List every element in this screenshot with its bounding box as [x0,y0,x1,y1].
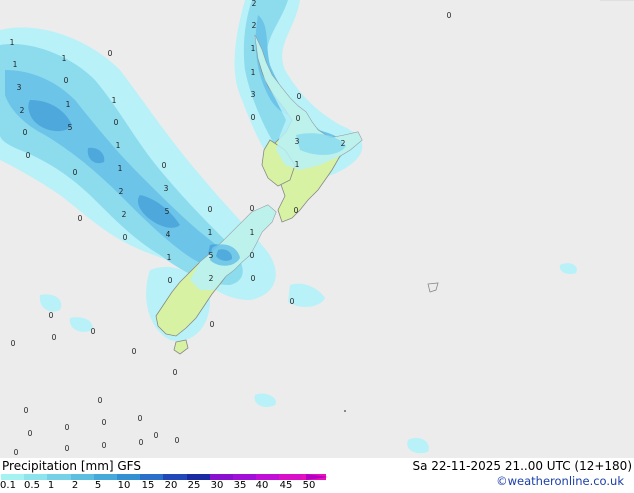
precip-value: 0 [102,441,107,450]
precip-value: 0 [175,436,180,445]
precip-value: 0 [65,423,70,432]
precip-value: 0 [208,205,213,214]
precip-value: 0 [251,274,256,283]
precip-value: 0 [24,406,29,415]
forecast-run-label: Sa 22-11-2025 21..00 UTC (12+180) [412,459,632,473]
precip-value: 0 [78,214,83,223]
precip-value: 2 [252,0,257,8]
precip-value: 5 [165,207,170,216]
precip-value: 2 [119,187,124,196]
precip-value: 0 [123,233,128,242]
precip-value: 0 [173,368,178,377]
precip-value: 0 [49,311,54,320]
precip-value: 1 [251,68,256,77]
precip-value: 1 [13,60,18,69]
precip-value: 0 [108,49,113,58]
precip-value: 0 [28,429,33,438]
legend-title: Precipitation [mm] GFS [2,459,141,473]
precip-value: 1 [118,164,123,173]
precip-value: 0 [11,339,16,348]
precip-value: 1 [62,54,67,63]
precip-value: 0 [132,347,137,356]
precip-value: 3 [251,90,256,99]
precip-value: 0 [139,438,144,447]
precip-value: 3 [295,137,300,146]
precip-value: 0 [154,431,159,440]
precip-value: 2 [122,210,127,219]
precip-value: 0 [250,251,255,260]
precip-value: 0 [14,448,19,457]
precip-value: 1 [10,38,15,47]
precip-value: 2 [341,139,346,148]
precip-value: 0 [251,113,256,122]
precip-value: 1 [112,96,117,105]
precip-value: 1 [208,228,213,237]
precip-value: 0 [114,118,119,127]
footer: Precipitation [mm] GFS Sa 22-11-2025 21.… [0,458,634,493]
small-island [344,410,346,412]
precip-value: 0 [297,92,302,101]
precip-value: 5 [68,123,73,132]
precip-value: 2 [252,21,257,30]
precip-value: 3 [164,184,169,193]
precip-value: 0 [296,114,301,123]
precip-value: 0 [294,206,299,215]
precip-value: 0 [447,11,452,20]
precip-value: 0 [26,151,31,160]
legend-tick-labels: 0.1 0.5 1 2 5 10 15 20 25 30 35 40 45 50 [0,481,340,493]
precip-value: 5 [209,251,214,260]
precip-value: 0 [64,76,69,85]
precip-value: 0 [73,168,78,177]
precip-value: 1 [167,253,172,262]
precip-value: 0 [210,320,215,329]
precip-value: 1 [250,228,255,237]
credit-link[interactable]: ©weatheronline.co.uk [496,474,624,488]
precip-value: 0 [250,204,255,213]
precip-value: 0 [23,128,28,137]
precip-value: 1 [251,44,256,53]
precip-value: 0 [162,161,167,170]
precip-value: 0 [65,444,70,453]
precip-value: 0 [168,276,173,285]
precip-value: 2 [209,274,214,283]
precip-value: 0 [138,414,143,423]
precip-value: 0 [52,333,57,342]
precip-value: 0 [91,327,96,336]
precip-value: 1 [116,141,121,150]
precip-value: 3 [17,83,22,92]
precip-value: 0 [102,418,107,427]
precip-value: 2 [20,106,25,115]
precip-value: 1 [295,160,300,169]
precipitation-map: 2 2 0 1 1 0 1 0 3 1 1 3 0 1 1 2 0 0 0 5 0 3 2 1 0 0 1 1 0 3 2 0 5 0 0 2 0 4 1 1… [0,0,634,458]
precip-value: 4 [166,230,171,239]
precip-value: 0 [98,396,103,405]
precip-value: 1 [66,100,71,109]
precip-value: 0 [290,297,295,306]
